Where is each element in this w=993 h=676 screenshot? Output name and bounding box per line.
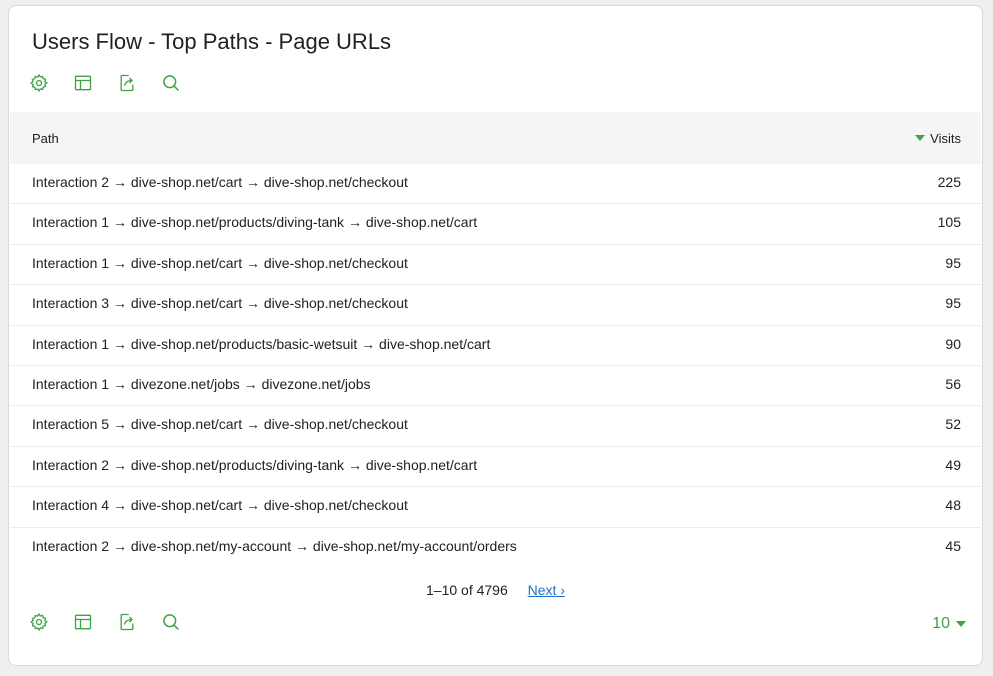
search-icon[interactable] [161, 612, 181, 632]
table-icon[interactable] [73, 612, 93, 632]
table-row[interactable]: Interaction 1 → divezone.net/jobs → dive… [10, 366, 981, 407]
top-toolbar [29, 73, 181, 93]
table-row[interactable]: Interaction 1 → dive-shop.net/cart → div… [10, 245, 981, 286]
visits-cell: 45 [945, 537, 961, 554]
column-header-visits[interactable]: Visits [915, 131, 961, 146]
sort-descending-icon [915, 135, 926, 141]
visits-cell: 52 [945, 416, 961, 433]
bottom-toolbar [29, 612, 181, 632]
export-icon[interactable] [117, 612, 137, 632]
path-cell: Interaction 4 → dive-shop.net/cart → div… [32, 497, 408, 514]
visits-cell: 95 [945, 295, 961, 312]
path-cell: Interaction 1 → dive-shop.net/products/d… [32, 214, 478, 231]
table-row[interactable]: Interaction 2 → dive-shop.net/cart → div… [10, 164, 981, 205]
visits-cell: 49 [945, 456, 961, 473]
report-title: Users Flow - Top Paths - Page URLs [32, 29, 392, 54]
rows-limit-selector[interactable]: 10 [932, 615, 966, 633]
visits-cell: 48 [945, 497, 961, 514]
path-cell: Interaction 2 → dive-shop.net/cart → div… [32, 174, 408, 190]
report-card: Users Flow - Top Paths - Page URLs Path … [8, 5, 983, 666]
visits-cell: 56 [945, 375, 961, 392]
gear-icon[interactable] [29, 612, 49, 632]
path-cell: Interaction 1 → dive-shop.net/cart → div… [32, 254, 408, 271]
pagination-info: 1–10 of 4796 [426, 582, 508, 598]
table-row[interactable]: Interaction 5 → dive-shop.net/cart → div… [10, 406, 981, 447]
pagination: 1–10 of 4796 Next › [9, 582, 982, 598]
gear-icon[interactable] [29, 73, 49, 93]
path-cell: Interaction 1 → dive-shop.net/products/b… [32, 335, 491, 352]
table-header: Path Visits [10, 112, 981, 164]
table-row[interactable]: Interaction 4 → dive-shop.net/cart → div… [10, 487, 981, 528]
column-header-visits-label: Visits [930, 130, 961, 146]
chevron-down-icon [956, 621, 966, 627]
table-body: Interaction 2 → dive-shop.net/cart → div… [10, 164, 981, 568]
table-icon[interactable] [73, 73, 93, 93]
path-cell: Interaction 2 → dive-shop.net/products/d… [32, 456, 478, 473]
path-cell: Interaction 3 → dive-shop.net/cart → div… [32, 295, 408, 312]
column-header-path[interactable]: Path [32, 131, 59, 146]
table-row[interactable]: Interaction 3 → dive-shop.net/cart → div… [10, 285, 981, 326]
table-row[interactable]: Interaction 2 → dive-shop.net/products/d… [10, 447, 981, 488]
visits-cell: 225 [937, 174, 961, 190]
table-row[interactable]: Interaction 1 → dive-shop.net/products/b… [10, 326, 981, 366]
rows-limit-value: 10 [932, 615, 950, 632]
path-cell: Interaction 1 → divezone.net/jobs → dive… [32, 375, 371, 392]
export-icon[interactable] [117, 73, 137, 93]
table-row[interactable]: Interaction 1 → dive-shop.net/products/d… [10, 204, 981, 245]
search-icon[interactable] [161, 73, 181, 93]
path-cell: Interaction 5 → dive-shop.net/cart → div… [32, 416, 408, 433]
table-row[interactable]: Interaction 2 → dive-shop.net/my-account… [10, 528, 981, 568]
next-page-link[interactable]: Next › [528, 582, 565, 598]
path-cell: Interaction 2 → dive-shop.net/my-account… [32, 537, 517, 554]
visits-cell: 105 [937, 214, 961, 231]
visits-cell: 95 [945, 254, 961, 271]
visits-cell: 90 [945, 335, 961, 352]
